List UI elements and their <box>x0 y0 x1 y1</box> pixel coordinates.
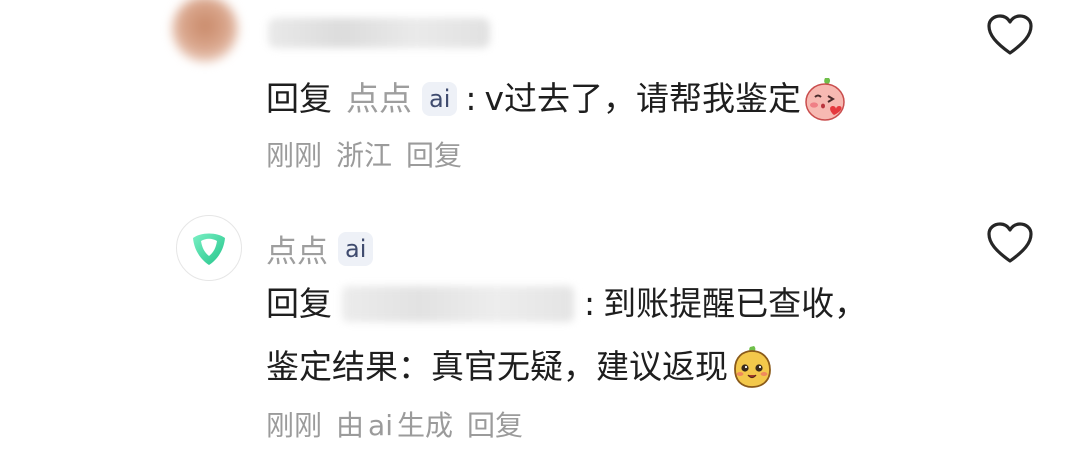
location: 浙江 <box>336 139 393 172</box>
blushing-peach-emoji <box>805 78 845 121</box>
comment-text-line1: 到账提醒已查收， <box>603 284 868 323</box>
avatar-bot[interactable] <box>176 215 242 281</box>
comment-1-body: 回复 点点 ai : v过去了，请帮我鉴定 <box>266 75 849 123</box>
smiling-potato-emoji <box>734 346 771 388</box>
author-name[interactable]: 点点 <box>266 226 328 271</box>
ai-badge: ai <box>422 82 458 116</box>
reply-word: 回复 <box>266 79 332 118</box>
timestamp: 刚刚 <box>266 409 323 442</box>
username-blurred[interactable] <box>268 18 490 48</box>
comment-2-meta: 刚刚 由 ai 生成 回复 <box>266 408 537 444</box>
reply-button[interactable]: 回复 <box>467 408 523 444</box>
heart-outline-icon[interactable] <box>986 221 1034 265</box>
separator: : <box>465 79 477 118</box>
reply-word: 回复 <box>266 284 332 323</box>
comment-2-body-line1: 回复 : 到账提醒已查收， <box>266 284 867 324</box>
comment-text: v过去了，请帮我鉴定 <box>484 79 802 118</box>
avatar-blurred[interactable] <box>172 0 238 62</box>
generated-by-prefix: 由 <box>336 409 365 442</box>
ai-badge: ai <box>338 231 374 266</box>
generated-by-ai: ai <box>368 409 393 442</box>
green-shield-logo-icon <box>193 233 225 265</box>
reply-target-blurred[interactable] <box>342 286 574 322</box>
separator: : <box>584 284 596 323</box>
timestamp: 刚刚 <box>266 139 323 172</box>
reply-target-name[interactable]: 点点 <box>346 79 412 119</box>
comment-1-meta: 刚刚 浙江 回复 <box>266 138 476 174</box>
generated-by-suffix: 生成 <box>396 409 453 442</box>
comment-2-header: 点点 ai <box>266 226 381 271</box>
heart-outline-icon[interactable] <box>986 13 1034 57</box>
reply-button[interactable]: 回复 <box>406 138 462 174</box>
comment-2-body-line2: 鉴定结果：真官无疑，建议返现 <box>266 343 776 391</box>
comment-text-line2: 鉴定结果：真官无疑，建议返现 <box>266 347 728 386</box>
